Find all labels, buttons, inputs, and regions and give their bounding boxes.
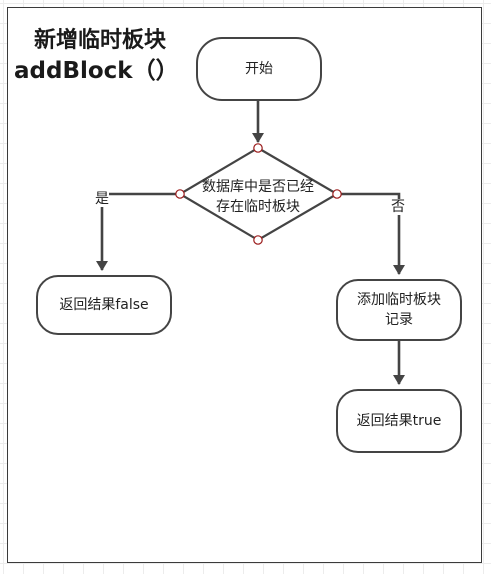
decision-line-1: 数据库中是否已经	[202, 179, 314, 195]
return-true-label: 返回结果true	[356, 413, 442, 429]
decision-line-2: 存在临时板块	[216, 199, 300, 215]
decision-node-label: 数据库中是否已经 存在临时板块	[188, 177, 328, 217]
yes-label: 是	[95, 191, 109, 207]
return-true-node: 返回结果true	[336, 389, 462, 453]
add-record-line-1: 添加临时板块	[357, 292, 441, 308]
start-node-label: 开始	[245, 61, 273, 77]
add-record-label: 添加临时板块 记录	[351, 290, 447, 330]
no-label: 否	[391, 199, 405, 215]
connection-point-bottom	[253, 235, 263, 245]
connection-point-top	[253, 143, 263, 153]
add-record-node: 添加临时板块 记录	[336, 279, 462, 341]
return-false-node: 返回结果false	[36, 275, 172, 335]
connection-point-right	[332, 189, 342, 199]
start-node: 开始	[196, 37, 322, 101]
arrow-no-to-add-record	[337, 192, 405, 275]
connection-point-left	[175, 189, 185, 199]
add-record-line-2: 记录	[385, 312, 413, 328]
return-false-label: 返回结果false	[59, 297, 149, 313]
arrow-yes-to-return-false	[96, 192, 180, 271]
